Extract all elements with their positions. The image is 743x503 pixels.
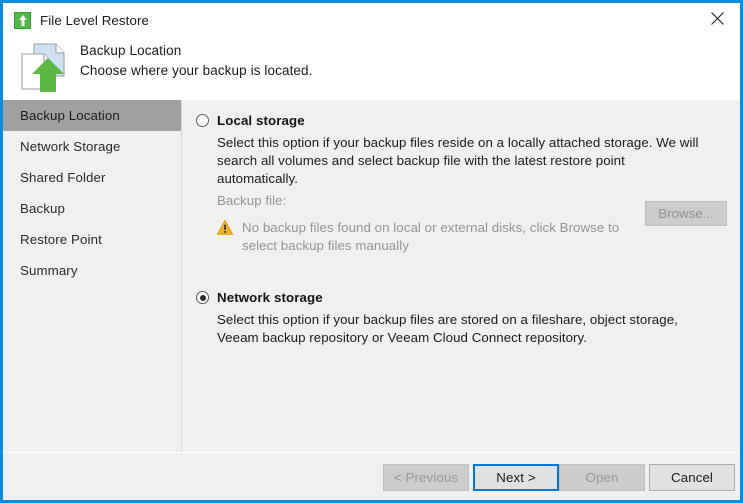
option-local-storage: Local storage Select this option if your… (182, 113, 740, 255)
local-storage-description: Select this option if your backup files … (217, 135, 699, 186)
sidebar-item-shared-folder[interactable]: Shared Folder (3, 162, 181, 193)
previous-button[interactable]: < Previous (383, 464, 469, 491)
local-storage-radio[interactable] (196, 114, 209, 127)
sidebar-item-backup[interactable]: Backup (3, 193, 181, 224)
sidebar-item-restore-point[interactable]: Restore Point (3, 224, 181, 255)
sidebar-item-label: Restore Point (20, 232, 102, 247)
wizard-footer: < Previous Next > Open Cancel (3, 453, 740, 500)
file-level-restore-window: File Level Restore Backup Location Choos… (0, 0, 743, 503)
wizard-content-panel: Local storage Select this option if your… (181, 100, 740, 452)
next-button[interactable]: Next > (473, 464, 559, 491)
sidebar-item-label: Shared Folder (20, 170, 106, 185)
sidebar-item-summary[interactable]: Summary (3, 255, 181, 286)
sidebar-item-label: Network Storage (20, 139, 121, 154)
cancel-button[interactable]: Cancel (649, 464, 735, 491)
open-button[interactable]: Open (559, 464, 645, 491)
network-storage-radio[interactable] (196, 291, 209, 304)
wizard-header: Backup Location Choose where your backup… (3, 38, 740, 100)
option-network-storage: Network storage Select this option if yo… (182, 290, 740, 347)
sidebar-item-network-storage[interactable]: Network Storage (3, 131, 181, 162)
local-storage-warning-text: No backup files found on local or extern… (242, 220, 620, 253)
sidebar-item-label: Backup Location (20, 108, 120, 123)
browse-button[interactable]: Browse... (645, 201, 727, 226)
sidebar-item-backup-location[interactable]: Backup Location (3, 100, 181, 131)
page-title: Backup Location (80, 43, 182, 58)
page-subtitle: Choose where your backup is located. (80, 63, 313, 78)
warning-triangle-icon (216, 219, 234, 235)
wizard-body: Backup Location Network Storage Shared F… (3, 100, 740, 500)
network-storage-label: Network storage (217, 290, 323, 305)
network-storage-description: Select this option if your backup files … (217, 312, 678, 345)
window-title: File Level Restore (40, 13, 149, 28)
title-bar: File Level Restore (3, 3, 740, 38)
close-icon[interactable] (694, 3, 740, 34)
local-storage-radio-row[interactable]: Local storage (182, 113, 740, 128)
sidebar-item-label: Summary (20, 263, 78, 278)
documents-restore-icon (12, 40, 74, 96)
sidebar-item-label: Backup (20, 201, 65, 216)
restore-app-icon (14, 12, 31, 29)
network-storage-radio-row[interactable]: Network storage (182, 290, 740, 305)
local-storage-label: Local storage (217, 113, 305, 128)
wizard-steps-sidebar: Backup Location Network Storage Shared F… (3, 100, 181, 452)
